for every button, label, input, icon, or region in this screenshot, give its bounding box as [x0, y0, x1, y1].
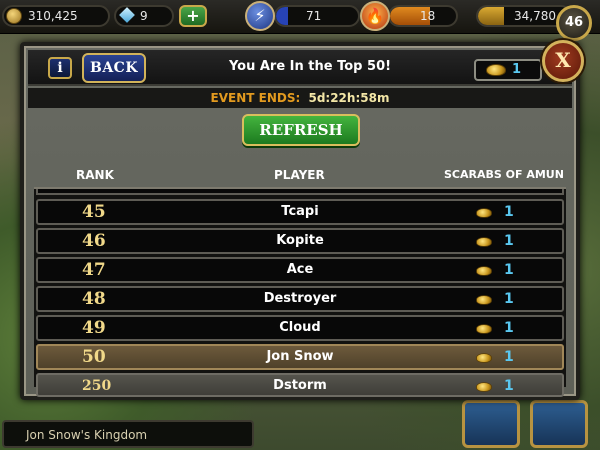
level-badge[interactable]: 46 — [556, 5, 592, 41]
gem-icon — [119, 7, 135, 23]
leaderboard-dialog: i BACK You Are In the Top 50! 1 X EVENT … — [20, 40, 584, 400]
table-row[interactable]: 48 Destroyer 1 — [36, 286, 564, 312]
score-cell: 1 — [504, 291, 514, 307]
food-amount: 18 — [420, 9, 436, 23]
score-cell: 1 — [504, 349, 514, 365]
scarab-icon — [486, 64, 506, 76]
score-cell: 1 — [504, 233, 514, 249]
food-bar: 18 — [388, 5, 458, 27]
partial-row — [36, 189, 564, 195]
refresh-button[interactable]: REFRESH — [242, 114, 360, 146]
energy-amount: 71 — [306, 9, 322, 23]
current-player-row[interactable]: 50 Jon Snow 1 — [36, 344, 564, 370]
score-cell: 1 — [504, 320, 514, 336]
scarab-icon — [476, 353, 492, 363]
scarabs-column-header: SCARABS OF AMUN — [444, 168, 564, 181]
quest-scroll-button[interactable] — [530, 400, 588, 448]
kingdom-name-bar[interactable]: Jon Snow's Kingdom — [2, 420, 254, 448]
table-row[interactable]: 47 Ace 1 — [36, 257, 564, 283]
event-ends-label: EVENT ENDS: — [210, 91, 301, 105]
player-column-header: PLAYER — [274, 168, 325, 182]
close-button[interactable]: X — [542, 40, 584, 82]
scarab-total-value: 1 — [512, 62, 522, 77]
scarab-icon — [476, 324, 492, 334]
coin-icon — [6, 8, 22, 24]
table-row[interactable]: 45 Tcapi 1 — [36, 199, 564, 225]
gold-bar-icon — [478, 7, 504, 25]
info-button[interactable]: i — [48, 57, 72, 79]
buy-gems-button[interactable]: + — [179, 5, 207, 27]
gem-amount: 9 — [140, 9, 148, 23]
gold-amount: 34,780 — [514, 9, 556, 23]
fire-icon[interactable]: 🔥 — [360, 1, 390, 31]
dialog-title: You Are In the Top 50! — [228, 59, 392, 74]
rank-column-header: RANK — [76, 168, 114, 182]
event-timer: EVENT ENDS: 5d:22h:58m — [28, 88, 572, 108]
leaderboard-list[interactable]: 45 Tcapi 1 46 Kopite 1 47 Ace 1 48 Destr… — [34, 187, 566, 397]
gem-counter: 9 — [114, 5, 174, 27]
lightning-icon[interactable]: ⚡ — [245, 1, 275, 31]
dialog-header: i BACK You Are In the Top 50! 1 — [28, 50, 572, 86]
coin-counter: 310,425 — [2, 5, 110, 27]
scarab-icon — [476, 382, 492, 392]
back-button[interactable]: BACK — [82, 53, 146, 83]
coin-amount: 310,425 — [28, 9, 78, 23]
scarab-icon — [476, 266, 492, 276]
table-row[interactable]: 250 Dstorm 1 — [36, 373, 564, 397]
scarab-total: 1 — [474, 59, 542, 81]
battle-button[interactable] — [462, 400, 520, 448]
table-row[interactable]: 46 Kopite 1 — [36, 228, 564, 254]
energy-bar: 71 — [274, 5, 360, 27]
scarab-icon — [476, 208, 492, 218]
score-cell: 1 — [504, 204, 514, 220]
kingdom-name: Jon Snow's Kingdom — [26, 428, 148, 442]
scarab-icon — [476, 237, 492, 247]
score-cell: 1 — [504, 378, 514, 394]
top-hud: 310,425 9 + 71 ⚡ 18 🔥 34,780 46 — [0, 0, 600, 41]
score-cell: 1 — [504, 262, 514, 278]
event-countdown: 5d:22h:58m — [308, 91, 390, 105]
scarab-icon — [476, 295, 492, 305]
table-row[interactable]: 49 Cloud 1 — [36, 315, 564, 341]
